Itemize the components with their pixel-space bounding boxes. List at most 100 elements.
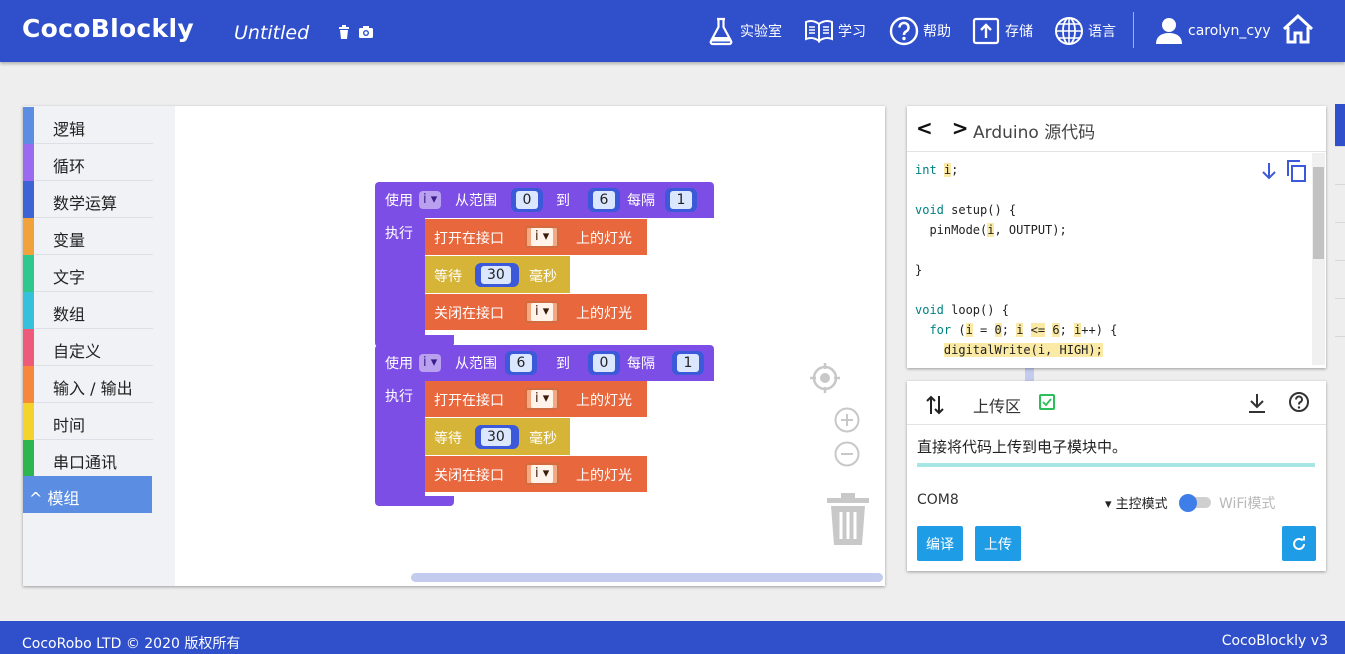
code-toggle-icon[interactable]: < > — [916, 116, 974, 140]
category-text[interactable]: 文字 — [23, 255, 153, 292]
category-arrays[interactable]: 数组 — [23, 292, 153, 329]
download-icon[interactable] — [1247, 392, 1267, 414]
category-label: 自定义 — [53, 342, 102, 361]
loop-body-spine: 执行 — [375, 218, 425, 335]
code-line: pinMode(i, OUTPUT); — [915, 223, 1067, 237]
loop-start-input[interactable]: 6 — [509, 353, 533, 373]
category-serial[interactable]: 串口通讯 — [23, 440, 153, 477]
category-color-bar — [23, 255, 34, 292]
digital-write-off-block[interactable]: 关闭在接口 i ▾ 上的灯光 — [425, 456, 647, 492]
category-time[interactable]: 时间 — [23, 403, 153, 440]
user-menu[interactable]: carolyn_cyy — [1154, 12, 1271, 50]
recenter-icon[interactable] — [808, 361, 842, 395]
compile-button[interactable]: 编译 — [917, 526, 963, 561]
category-color-bar — [23, 144, 34, 181]
loop-variable-dropdown[interactable]: i ▾ — [419, 191, 442, 209]
camera-icon[interactable] — [358, 24, 374, 40]
username: carolyn_cyy — [1188, 23, 1271, 39]
nav-help[interactable]: 帮助 — [889, 12, 951, 50]
category-io[interactable]: 输入 / 输出 — [23, 366, 153, 403]
home-icon[interactable] — [1281, 12, 1315, 46]
number-input-wrapper: 6 — [588, 188, 620, 212]
loop-variable-dropdown[interactable]: i ▾ — [419, 354, 442, 372]
refresh-button[interactable] — [1282, 526, 1316, 561]
for-loop-block[interactable]: 使用 i ▾ 从范围 6 到 0 每隔 1 — [375, 345, 714, 381]
nav-storage[interactable]: 存储 — [971, 12, 1033, 50]
delay-block[interactable]: 等待 30 毫秒 — [425, 418, 570, 455]
code-token: ++) { — [1081, 323, 1118, 337]
loop-end-input[interactable]: 0 — [592, 353, 616, 373]
code-scrollbar[interactable] — [1312, 153, 1325, 365]
help-circle-icon[interactable] — [1288, 391, 1310, 413]
nav-lab[interactable]: 实验室 — [706, 12, 782, 50]
category-custom[interactable]: 自定义 — [23, 329, 153, 366]
code-token: ( — [951, 323, 966, 337]
category-color-bar — [23, 218, 34, 255]
trash-can-icon[interactable] — [825, 492, 871, 546]
code-scrollbar-thumb[interactable] — [1313, 167, 1324, 259]
category-variables[interactable]: 变量 — [23, 218, 153, 255]
download-code-icon[interactable] — [1260, 161, 1278, 181]
code-line: for (i = 0; i <= 6; i++) { — [915, 323, 1117, 337]
delay-ms-input[interactable]: 30 — [480, 427, 512, 447]
block-category-toolbox: 逻辑 循环 数学运算 变量 文字 数组 自定义 输入 / 输出 时间 串口通讯 … — [23, 106, 175, 586]
category-label: 输入 / 输出 — [53, 379, 133, 398]
category-math[interactable]: 数学运算 — [23, 181, 153, 218]
transfer-icon[interactable] — [925, 394, 945, 416]
category-color-bar — [23, 329, 34, 366]
category-logic[interactable]: 逻辑 — [23, 107, 153, 144]
category-label: 变量 — [53, 231, 86, 250]
pin-variable-dropdown[interactable]: i ▾ — [525, 301, 560, 323]
zoom-in-icon[interactable] — [833, 406, 861, 434]
side-tab-divider — [1335, 260, 1345, 261]
number-input-wrapper: 0 — [511, 188, 543, 212]
upload-ready-checkbox[interactable] — [1039, 394, 1055, 410]
blockly-canvas[interactable]: 使用 i ▾ 从范围 0 到 6 每隔 1 执行 打开在接口 i ▾ 上的灯光 … — [175, 106, 1034, 586]
pin-variable-dropdown[interactable]: i ▾ — [525, 388, 560, 410]
mode-toggle-switch[interactable] — [1179, 494, 1213, 512]
workspace-horizontal-scrollbar[interactable] — [411, 573, 883, 582]
loop-every-label: 每隔 — [627, 193, 655, 209]
delay-ms-input[interactable]: 30 — [480, 265, 512, 285]
pin-variable-dropdown[interactable]: i ▾ — [525, 226, 560, 248]
loop-end-input[interactable]: 6 — [592, 190, 616, 210]
loop-step-input[interactable]: 1 — [669, 190, 693, 210]
code-token: 6 — [1052, 323, 1060, 337]
document-title[interactable]: Untitled — [234, 22, 309, 44]
digital-write-off-block[interactable]: 关闭在接口 i ▾ 上的灯光 — [425, 294, 647, 330]
side-tab-divider — [1335, 298, 1345, 299]
code-token: void — [915, 303, 944, 317]
category-loops[interactable]: 循环 — [23, 144, 153, 181]
wifi-mode-label[interactable]: WiFi模式 — [1219, 493, 1275, 513]
code-editor[interactable]: int i; void setup() { pinMode(i, OUTPUT)… — [907, 153, 1312, 365]
pin-variable-value: i ▾ — [531, 465, 554, 483]
brand-logo[interactable]: CocoBlockly — [22, 14, 194, 43]
category-color-bar — [23, 403, 34, 440]
nav-storage-label: 存储 — [1005, 24, 1033, 40]
nav-learn[interactable]: 学习 — [804, 12, 866, 50]
loop-start-input[interactable]: 0 — [515, 190, 539, 210]
code-token: digitalWrite(i, HIGH); — [943, 343, 1103, 357]
number-input-wrapper: 0 — [588, 351, 620, 375]
block-label: 上的灯光 — [576, 393, 632, 409]
code-line: digitalWrite(i, HIGH); — [915, 343, 1103, 357]
category-modules[interactable]: ^ 模组 — [23, 476, 152, 513]
code-line: void loop() { — [915, 303, 1009, 317]
nav-lab-label: 实验室 — [740, 24, 782, 40]
for-loop-block[interactable]: 使用 i ▾ 从范围 0 到 6 每隔 1 — [375, 182, 714, 218]
com-port-select[interactable]: COM8 — [917, 492, 959, 508]
delay-block[interactable]: 等待 30 毫秒 — [425, 256, 570, 293]
loop-from-label: 从范围 — [455, 356, 497, 372]
digital-write-on-block[interactable]: 打开在接口 i ▾ 上的灯光 — [425, 219, 647, 255]
side-tab-active[interactable] — [1335, 104, 1345, 146]
copy-icon[interactable] — [1285, 159, 1307, 183]
loop-step-input[interactable]: 1 — [676, 353, 700, 373]
nav-language[interactable]: 语言 — [1054, 12, 1116, 50]
upload-button[interactable]: 上传 — [975, 526, 1021, 561]
main-controller-mode-label[interactable]: ▾ 主控模式 — [1105, 493, 1168, 512]
digital-write-on-block[interactable]: 打开在接口 i ▾ 上的灯光 — [425, 381, 647, 417]
trash-icon[interactable] — [336, 24, 352, 40]
zoom-out-icon[interactable] — [833, 440, 861, 468]
pin-variable-dropdown[interactable]: i ▾ — [525, 463, 560, 485]
upload-panel: 上传区 直接将代码上传到电子模块中。 COM8 ▾ 主控模式 WiFi模式 编译… — [907, 381, 1326, 571]
